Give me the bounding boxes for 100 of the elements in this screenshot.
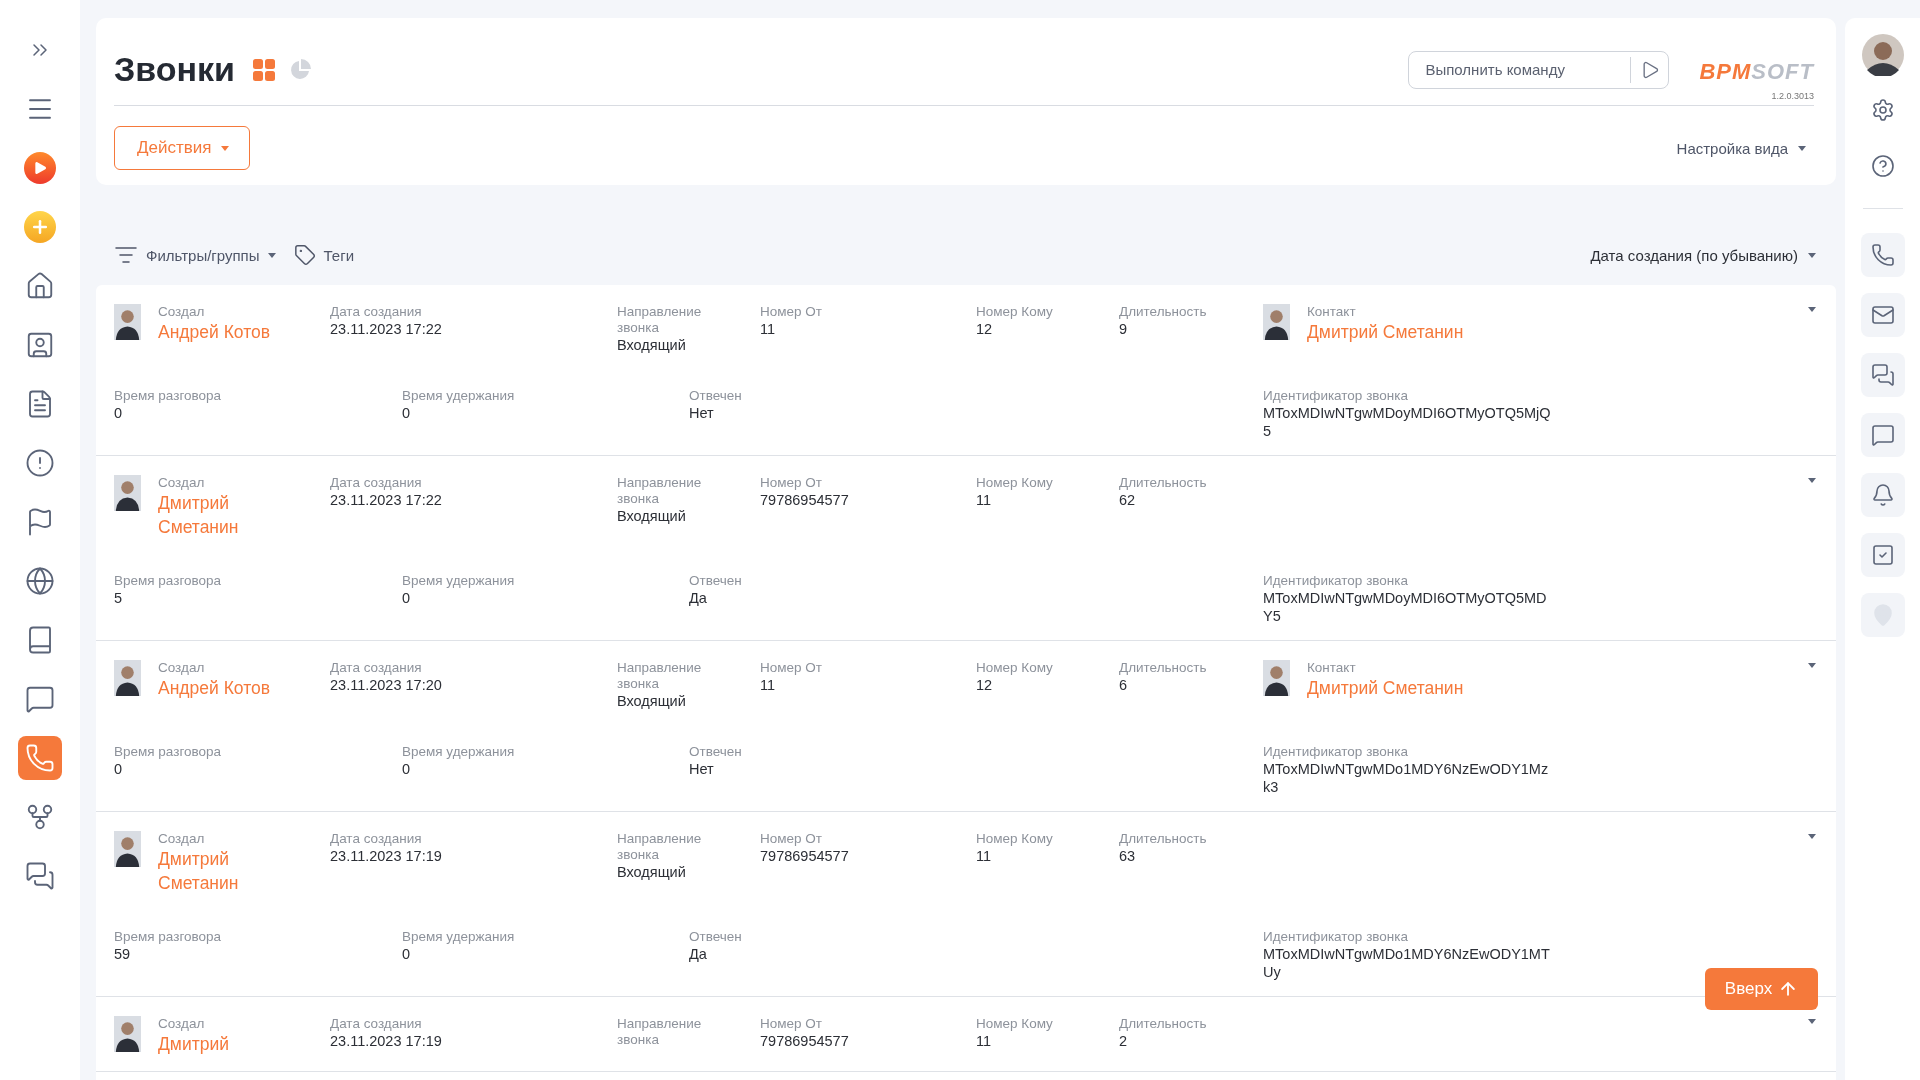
actions-button[interactable]: Действия xyxy=(114,126,251,170)
panel-button[interactable] xyxy=(1860,233,1905,277)
play-icon xyxy=(24,152,56,184)
field-value: 0 xyxy=(402,404,412,422)
field-label: Длительность xyxy=(1119,660,1208,676)
field-label: Отвечен xyxy=(689,929,743,945)
logo: BPMSOFT xyxy=(1699,58,1814,85)
panel-button[interactable] xyxy=(1860,353,1905,397)
field-value: Нет xyxy=(689,404,715,422)
tags-button[interactable]: Теги xyxy=(293,244,355,266)
creator-link[interactable]: Андрей Котов xyxy=(158,676,298,700)
task-icon xyxy=(1870,543,1895,567)
chats-icon xyxy=(25,861,55,891)
pie-chart-icon xyxy=(289,58,311,81)
command-bar[interactable]: Выполнить команду xyxy=(1408,50,1670,89)
field-label: Дата создания xyxy=(330,1016,423,1032)
field-label: Номер Кому xyxy=(976,1016,1054,1032)
field-label: Длительность xyxy=(1119,304,1208,320)
contact-link[interactable]: Дмитрий Сметанин xyxy=(1307,676,1464,700)
version-text: 1.2.0.3013 xyxy=(1771,90,1814,101)
field-label: Время разговора xyxy=(114,929,223,945)
chat-icon xyxy=(1870,423,1895,447)
creator-link[interactable]: Дмитрий Сметанин xyxy=(158,491,298,539)
field-label: Идентификатор звонка xyxy=(1263,573,1409,589)
field-label: Направление звонка xyxy=(617,1016,703,1048)
field-label: Идентификатор звонка xyxy=(1263,388,1409,404)
field-value: 79786954577 xyxy=(760,847,850,865)
globe-icon xyxy=(25,566,55,596)
field-value: MToxMDIwNTgwMDo1MDY6NzEwODY1Mzk3 xyxy=(1263,760,1550,796)
panel-button[interactable] xyxy=(1860,413,1905,457)
creator-link[interactable]: Дмитрий Сметанин xyxy=(158,847,298,895)
field-value: 79786954577 xyxy=(760,491,850,509)
view-toggle[interactable] xyxy=(253,58,275,81)
field-label: Номер От xyxy=(760,831,823,847)
field-label: Время удержания xyxy=(402,744,516,760)
field-value: 11 xyxy=(976,1032,993,1050)
field-value: 5 xyxy=(114,589,124,607)
field-value: MToxMDIwNTgwMDoyMDI6OTMyOTQ5MjQ5 xyxy=(1263,404,1552,440)
field-label: Время удержания xyxy=(402,929,516,945)
chats-icon xyxy=(1870,363,1895,387)
field-label: Дата создания xyxy=(330,475,423,491)
field-label: Создал xyxy=(158,1016,206,1032)
field-value: 59 xyxy=(114,945,132,963)
field-label: Идентификатор звонка xyxy=(1263,744,1409,760)
field-label: Отвечен xyxy=(689,744,743,760)
creator-link[interactable]: Андрей Котов xyxy=(158,320,298,344)
scroll-top-button[interactable]: Вверх xyxy=(1705,968,1818,1010)
field-label: Создал xyxy=(158,304,206,320)
field-value: 79786954577 xyxy=(760,1032,850,1050)
panel-button[interactable] xyxy=(1860,533,1905,577)
contact-card-icon xyxy=(25,330,55,360)
field-label: Создал xyxy=(158,475,206,491)
field-label: Направление звонка xyxy=(617,304,703,336)
filters-button[interactable]: Фильтры/группы xyxy=(114,243,276,267)
avatar xyxy=(1263,304,1290,340)
avatar xyxy=(114,831,141,867)
field-label: Контакт xyxy=(1307,660,1357,676)
field-label: Номер Кому xyxy=(976,475,1054,491)
field-label: Направление звонка xyxy=(617,475,703,507)
field-label: Направление звонка xyxy=(617,831,703,863)
command-input[interactable]: Выполнить команду xyxy=(1409,61,1631,78)
field-label: Дата создания xyxy=(330,304,423,320)
avatar xyxy=(114,475,141,511)
field-label: Время разговора xyxy=(114,744,223,760)
field-value: Нет xyxy=(689,760,715,778)
settings-icon xyxy=(1870,98,1895,122)
avatar[interactable] xyxy=(1861,34,1904,76)
home-icon xyxy=(25,271,55,301)
field-label: Дата создания xyxy=(330,831,423,847)
field-value: 63 xyxy=(1119,847,1137,865)
view-toggle[interactable] xyxy=(289,58,311,81)
view-settings-button[interactable]: Настройка вида xyxy=(1676,139,1806,157)
field-label: Номер От xyxy=(760,660,823,676)
help-icon xyxy=(1870,154,1895,178)
field-value: 12 xyxy=(976,676,994,694)
creator-link[interactable]: Дмитрий xyxy=(158,1032,298,1056)
sort-button[interactable]: Дата создания (по убыванию) xyxy=(1590,246,1816,264)
field-value: 23.11.2023 17:19 xyxy=(330,847,443,865)
field-value: 0 xyxy=(402,945,412,963)
field-label: Время разговора xyxy=(114,388,223,404)
field-label: Идентификатор звонка xyxy=(1263,929,1409,945)
field-label: Создал xyxy=(158,831,206,847)
field-value: 0 xyxy=(402,589,412,607)
panel-button[interactable] xyxy=(1860,473,1905,517)
grid-icon xyxy=(253,58,275,81)
contact-link[interactable]: Дмитрий Сметанин xyxy=(1307,320,1464,344)
sidebar-item[interactable] xyxy=(18,736,62,780)
branch-icon xyxy=(25,802,55,832)
field-value: Входящий xyxy=(617,507,687,525)
avatar xyxy=(1263,660,1290,696)
field-value: Да xyxy=(689,589,708,607)
field-value: 9 xyxy=(1119,320,1129,338)
avatar xyxy=(114,1016,141,1052)
field-label: Направление звонка xyxy=(617,660,703,692)
field-label: Время удержания xyxy=(402,573,516,589)
panel-button[interactable] xyxy=(1860,293,1905,337)
phone-icon xyxy=(25,743,55,773)
field-value: 23.11.2023 17:20 xyxy=(330,676,443,694)
field-label: Номер От xyxy=(760,475,823,491)
avatar xyxy=(114,304,141,340)
